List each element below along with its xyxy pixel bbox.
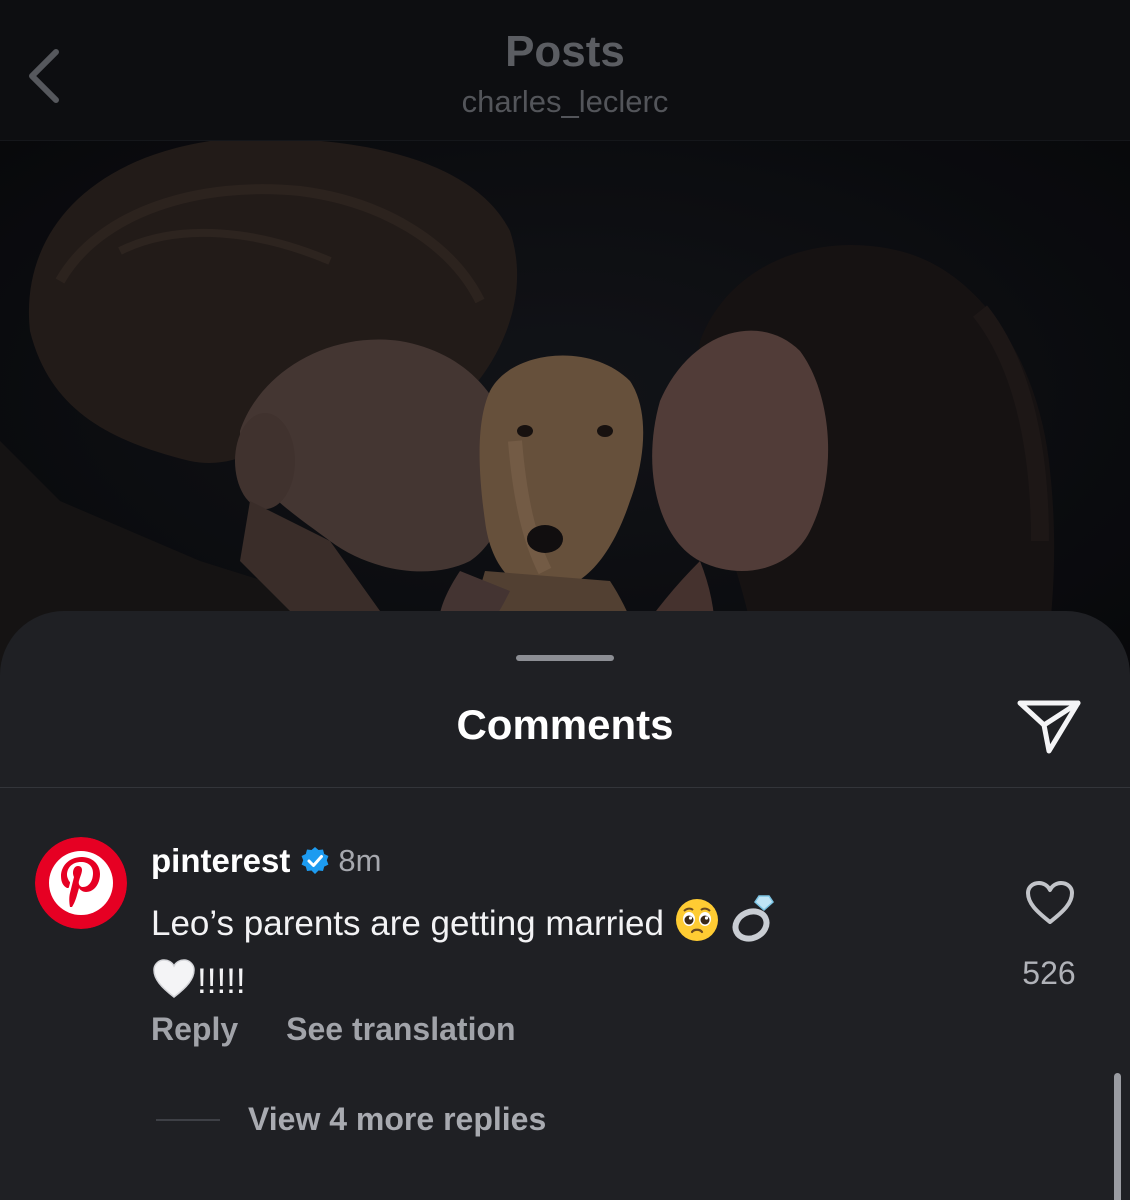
reply-button[interactable]: Reply	[151, 1007, 238, 1051]
paper-plane-icon	[1017, 700, 1081, 754]
replies-divider-line	[156, 1119, 220, 1121]
pleading-face-icon	[674, 897, 720, 957]
comment-timestamp: 8m	[338, 843, 382, 878]
pinterest-logo-icon	[35, 837, 127, 929]
verified-badge-icon	[301, 847, 329, 874]
heart-outline-icon	[1026, 881, 1074, 924]
comment-username[interactable]: pinterest	[151, 842, 290, 880]
page-title: Posts	[505, 27, 625, 76]
like-button[interactable]	[1024, 879, 1076, 927]
share-button[interactable]	[1016, 697, 1082, 755]
scrollbar[interactable]	[1114, 1073, 1121, 1200]
comments-sheet: Comments pinterest 8m Leo’s parents are …	[0, 611, 1130, 1200]
comment-header: pinterest 8m	[151, 839, 381, 883]
comments-title: Comments	[456, 701, 674, 748]
comment-body: Leo’s parents are getting married !!!!!	[151, 893, 941, 1015]
ring-icon	[729, 893, 779, 957]
comment-actions: Reply See translation	[151, 1007, 516, 1051]
sheet-divider	[0, 787, 1130, 788]
top-nav-bar: Posts charles_leclerc	[0, 0, 1130, 141]
like-count: 526	[1022, 955, 1076, 991]
instagram-posts-screen: Posts charles_leclerc Comments pinterest…	[0, 0, 1130, 1200]
sheet-drag-handle[interactable]	[516, 655, 614, 661]
pinterest-avatar[interactable]	[35, 837, 127, 929]
view-more-replies-button[interactable]: View 4 more replies	[248, 1097, 546, 1141]
comment-text-suffix: !!!!!	[197, 962, 246, 1001]
comment-text: Leo’s parents are getting married	[151, 904, 664, 943]
see-translation-button[interactable]: See translation	[286, 1007, 515, 1051]
account-username[interactable]: charles_leclerc	[0, 82, 1130, 122]
